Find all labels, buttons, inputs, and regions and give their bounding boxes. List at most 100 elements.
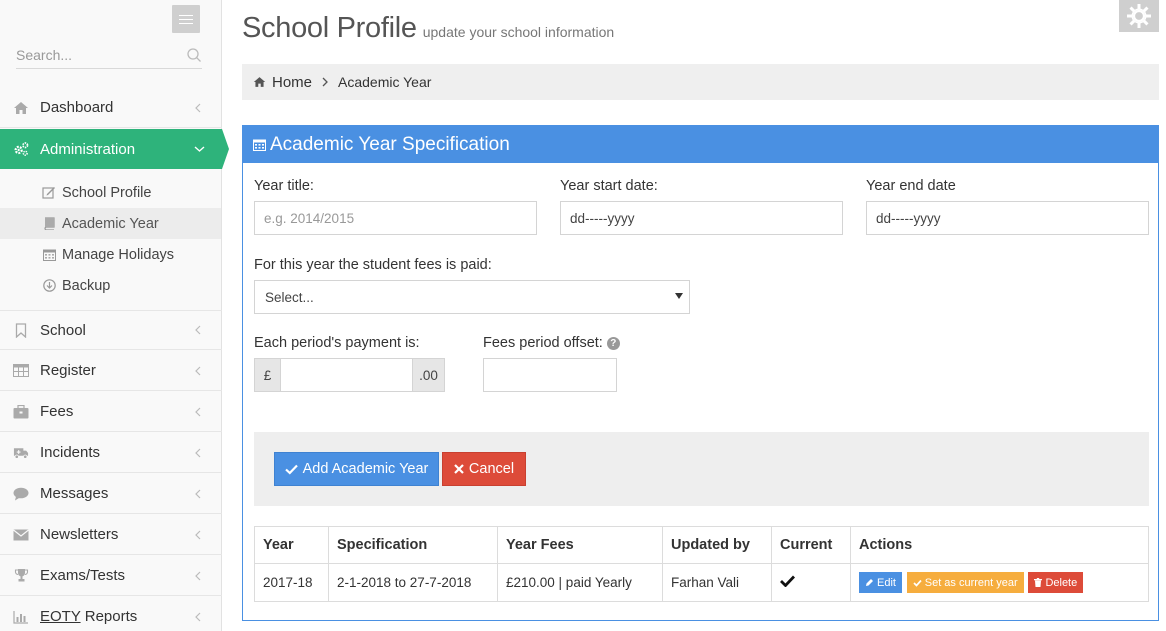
cell-specification: 2-1-2018 to 27-7-2018 bbox=[328, 563, 498, 602]
chevron-left-icon bbox=[195, 612, 201, 621]
sidebar-subitem-label: Academic Year bbox=[62, 215, 159, 232]
check-icon bbox=[284, 464, 298, 475]
briefcase-icon bbox=[13, 404, 29, 420]
year-title-input[interactable] bbox=[254, 201, 537, 235]
sidebar-item-label: Dashboard bbox=[40, 99, 114, 116]
decimals-addon: .00 bbox=[413, 358, 445, 392]
cell-actions: Edit Set as current year Delete bbox=[850, 563, 1149, 602]
panel-header: Academic Year Specification bbox=[243, 126, 1158, 163]
sidebar-item-label: Exams/Tests bbox=[40, 567, 126, 584]
sidebar-item-label: Newsletters bbox=[40, 526, 119, 543]
breadcrumb-home-link[interactable]: Home bbox=[253, 74, 312, 91]
home-icon bbox=[253, 77, 266, 87]
sidebar-subitem-label: Manage Holidays bbox=[62, 246, 175, 263]
chevron-right-icon bbox=[322, 77, 328, 87]
sidebar-item-label: Fees bbox=[40, 403, 74, 420]
sidebar-search bbox=[16, 41, 202, 69]
sidebar-item-eoty-reports[interactable]: EOTY Reports bbox=[0, 597, 222, 631]
chevron-left-icon bbox=[195, 103, 201, 112]
column-header-current: Current bbox=[771, 526, 851, 564]
gear-icon bbox=[1127, 4, 1151, 28]
table-header-row: Year Specification Year Fees Updated by … bbox=[254, 526, 1149, 564]
calendar-icon bbox=[42, 248, 56, 262]
pencil-icon bbox=[866, 579, 873, 586]
year-start-date-input[interactable] bbox=[560, 201, 843, 235]
close-icon bbox=[454, 464, 464, 474]
sidebar-subitem-school-profile[interactable]: School Profile bbox=[0, 177, 221, 208]
chevron-left-icon bbox=[195, 489, 201, 498]
form-actions: Add Academic Year Cancel bbox=[254, 432, 1149, 506]
academic-year-panel: Academic Year Specification Year title: … bbox=[242, 125, 1159, 621]
table-row: 2017-18 2-1-2018 to 27-7-2018 £210.00 | … bbox=[254, 563, 1149, 602]
cancel-button[interactable]: Cancel bbox=[442, 452, 526, 486]
add-academic-year-button[interactable]: Add Academic Year bbox=[274, 452, 439, 486]
year-start-label: Year start date: bbox=[560, 178, 658, 194]
sidebar-item-label: Messages bbox=[40, 485, 109, 502]
book-icon bbox=[42, 217, 56, 231]
sidebar-item-newsletters[interactable]: Newsletters bbox=[0, 515, 222, 555]
sidebar-item-dashboard[interactable]: Dashboard bbox=[0, 88, 222, 128]
column-header-specification: Specification bbox=[328, 526, 498, 564]
select-value: Select... bbox=[265, 289, 314, 305]
menu-toggle-button[interactable] bbox=[172, 5, 200, 33]
chevron-down-icon bbox=[194, 146, 205, 152]
set-current-year-button[interactable]: Set as current year bbox=[906, 572, 1024, 593]
active-indicator bbox=[222, 129, 229, 169]
chevron-left-icon bbox=[195, 571, 201, 580]
year-title-label: Year title: bbox=[254, 178, 314, 194]
bookmark-icon bbox=[13, 322, 29, 338]
page-subtitle: update your school information bbox=[422, 24, 615, 40]
sidebar-item-fees[interactable]: Fees bbox=[0, 392, 222, 432]
cell-year: 2017-18 bbox=[254, 563, 329, 602]
edit-button[interactable]: Edit bbox=[859, 572, 902, 593]
year-end-date-input[interactable] bbox=[866, 201, 1149, 235]
table-icon bbox=[13, 363, 29, 379]
sidebar-item-messages[interactable]: Messages bbox=[0, 474, 222, 514]
sidebar-item-administration[interactable]: Administration bbox=[0, 129, 222, 169]
settings-button[interactable] bbox=[1119, 0, 1159, 32]
breadcrumb: Home Academic Year bbox=[242, 64, 1159, 100]
column-header-updated-by: Updated by bbox=[662, 526, 772, 564]
help-icon[interactable]: ? bbox=[606, 336, 620, 350]
cell-updated-by: Farhan Vali bbox=[662, 563, 772, 602]
hamburger-icon bbox=[179, 14, 193, 16]
chevron-left-icon bbox=[195, 407, 201, 416]
sidebar: Dashboard Administration School Profile … bbox=[0, 0, 229, 631]
ambulance-icon bbox=[13, 445, 29, 461]
delete-button[interactable]: Delete bbox=[1028, 572, 1084, 593]
cell-current bbox=[771, 563, 851, 602]
trash-icon bbox=[1034, 578, 1043, 587]
sidebar-item-register[interactable]: Register bbox=[0, 351, 222, 391]
fees-offset-input[interactable] bbox=[483, 358, 617, 392]
breadcrumb-current: Academic Year bbox=[338, 74, 432, 90]
sidebar-item-school[interactable]: School bbox=[0, 310, 222, 350]
sidebar-item-label: Incidents bbox=[40, 444, 101, 461]
payment-amount-input[interactable] bbox=[280, 358, 413, 392]
search-icon[interactable] bbox=[186, 47, 202, 63]
column-header-year-fees: Year Fees bbox=[497, 526, 663, 564]
payment-label: Each period's payment is: bbox=[254, 335, 420, 351]
envelope-icon bbox=[13, 527, 29, 543]
sidebar-subitem-backup[interactable]: Backup bbox=[0, 270, 221, 301]
sidebar-item-label: Register bbox=[40, 362, 96, 379]
sidebar-subitem-manage-holidays[interactable]: Manage Holidays bbox=[0, 239, 221, 270]
trophy-icon bbox=[13, 568, 29, 584]
sidebar-item-label: EOTY Reports bbox=[40, 608, 138, 625]
sidebar-subitem-label: School Profile bbox=[62, 184, 152, 201]
year-end-label: Year end date bbox=[866, 178, 956, 194]
fees-frequency-select[interactable]: Select... bbox=[254, 280, 690, 314]
check-icon bbox=[780, 575, 796, 588]
sidebar-item-incidents[interactable]: Incidents bbox=[0, 433, 222, 473]
caret-down-icon bbox=[675, 293, 683, 299]
download-icon bbox=[42, 279, 56, 293]
sidebar-subitem-academic-year[interactable]: Academic Year bbox=[0, 208, 221, 239]
search-input[interactable] bbox=[16, 41, 176, 68]
column-header-year: Year bbox=[254, 526, 329, 564]
calendar-icon bbox=[253, 139, 266, 151]
comment-icon bbox=[13, 486, 29, 502]
chevron-left-icon bbox=[195, 448, 201, 457]
chevron-left-icon bbox=[195, 325, 201, 335]
cell-year-fees: £210.00 | paid Yearly bbox=[497, 563, 663, 602]
sidebar-item-exams-tests[interactable]: Exams/Tests bbox=[0, 556, 222, 596]
panel-title: Academic Year Specification bbox=[270, 133, 510, 155]
